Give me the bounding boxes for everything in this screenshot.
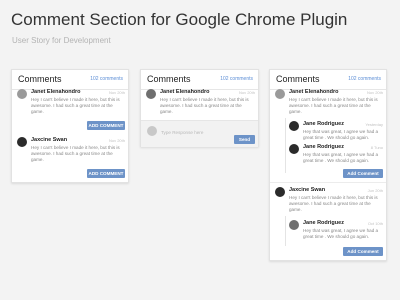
avatar[interactable]: [275, 89, 285, 99]
response-input[interactable]: Type Response here: [161, 130, 203, 135]
comment-text: Hey I can't believe I made it here, but …: [289, 195, 378, 212]
comment-time: Nov 20th: [366, 90, 383, 95]
reply-thread-line: [285, 216, 286, 246]
reply-author[interactable]: Jane Rodriguez: [303, 144, 344, 150]
card-header: Comments 102 comments: [12, 70, 128, 90]
add-comment-button[interactable]: Add Comment: [343, 169, 383, 178]
page-title: Comment Section for Google Chrome Plugin: [11, 10, 348, 29]
reply-thread-line: [285, 118, 286, 173]
comment-count-link[interactable]: 102 comments: [90, 76, 123, 82]
comment-author[interactable]: Janet Elenahondro: [31, 89, 81, 95]
comment-text: Hey I can't believe I made it here, but …: [289, 97, 378, 114]
card-header: Comments 102 comments: [141, 70, 258, 90]
comment-text: Hey I can't believe I made it here, but …: [160, 97, 249, 114]
reply-time: 8 Tuno: [370, 145, 383, 150]
comments-card-3: Comments 102 comments Janet Elenahondro …: [269, 69, 387, 261]
comment-author[interactable]: Janet Elenahondro: [289, 89, 339, 95]
send-button[interactable]: Send: [234, 135, 255, 144]
reply-input-area: Type Response here Send: [141, 120, 258, 147]
comment-author[interactable]: Janet Elenahondro: [160, 89, 210, 95]
avatar[interactable]: [289, 220, 299, 230]
add-comment-button[interactable]: ADD COMMENT: [87, 169, 125, 178]
reply-item: Jane Rodriguez Yesterday Hey that was gr…: [289, 121, 383, 143]
comment-item: Janet Elenahondro Nov 20th Hey I can't b…: [146, 89, 255, 119]
comment-text: Hey I can't believe I made it here, but …: [31, 97, 120, 114]
avatar[interactable]: [289, 144, 299, 154]
comment-item: Jaxcine Swan Jun 20th Hey I can't believ…: [275, 187, 383, 217]
comment-count-link[interactable]: 102 comments: [348, 76, 381, 82]
comment-time: Nov 20th: [238, 90, 255, 95]
avatar: [147, 126, 157, 136]
add-comment-button[interactable]: ADD COMMENT: [87, 121, 125, 130]
reply-text: Hey that was great, I agree we had a gre…: [303, 228, 379, 239]
comment-time: Nov 20th: [108, 138, 125, 143]
card-title: Comments: [18, 74, 62, 84]
page-subtitle: User Story for Development: [12, 36, 111, 45]
comments-card-1: Comments 102 comments Janet Elenahondro …: [11, 69, 129, 183]
card-title: Comments: [276, 74, 320, 84]
comment-text: Hey I can't believe I made it here, but …: [31, 145, 120, 162]
reply-text: Hey that was great, I agree we had a gre…: [303, 129, 379, 140]
avatar[interactable]: [289, 121, 299, 131]
comment-time: Jun 20th: [367, 188, 383, 193]
card-header: Comments 102 comments: [270, 70, 386, 90]
reply-time: Yesterday: [365, 122, 383, 127]
comment-author[interactable]: Jaxcine Swan: [31, 137, 67, 143]
add-comment-button[interactable]: Add Comment: [343, 247, 383, 256]
avatar[interactable]: [146, 89, 156, 99]
reply-author[interactable]: Jane Rodriguez: [303, 121, 344, 127]
card-title: Comments: [147, 74, 191, 84]
reply-item: Jane Rodriguez 8 Tuno Hey that was great…: [289, 144, 383, 166]
reply-text: Hey that was great, I agree we had a gre…: [303, 152, 379, 163]
avatar[interactable]: [17, 89, 27, 99]
divider: [270, 182, 386, 183]
reply-item: Jane Rodriguez Oct 10th Hey that was gre…: [289, 220, 383, 242]
comment-count-link[interactable]: 102 comments: [220, 76, 253, 82]
avatar[interactable]: [17, 137, 27, 147]
comments-card-2: Comments 102 comments Janet Elenahondro …: [140, 69, 259, 147]
comment-time: Nov 20th: [108, 90, 125, 95]
reply-author[interactable]: Jane Rodriguez: [303, 220, 344, 226]
avatar[interactable]: [275, 187, 285, 197]
comment-author[interactable]: Jaxcine Swan: [289, 187, 325, 193]
reply-time: Oct 10th: [367, 221, 383, 226]
comment-item: Janet Elenahondro Nov 20th Hey I can't b…: [275, 89, 383, 119]
